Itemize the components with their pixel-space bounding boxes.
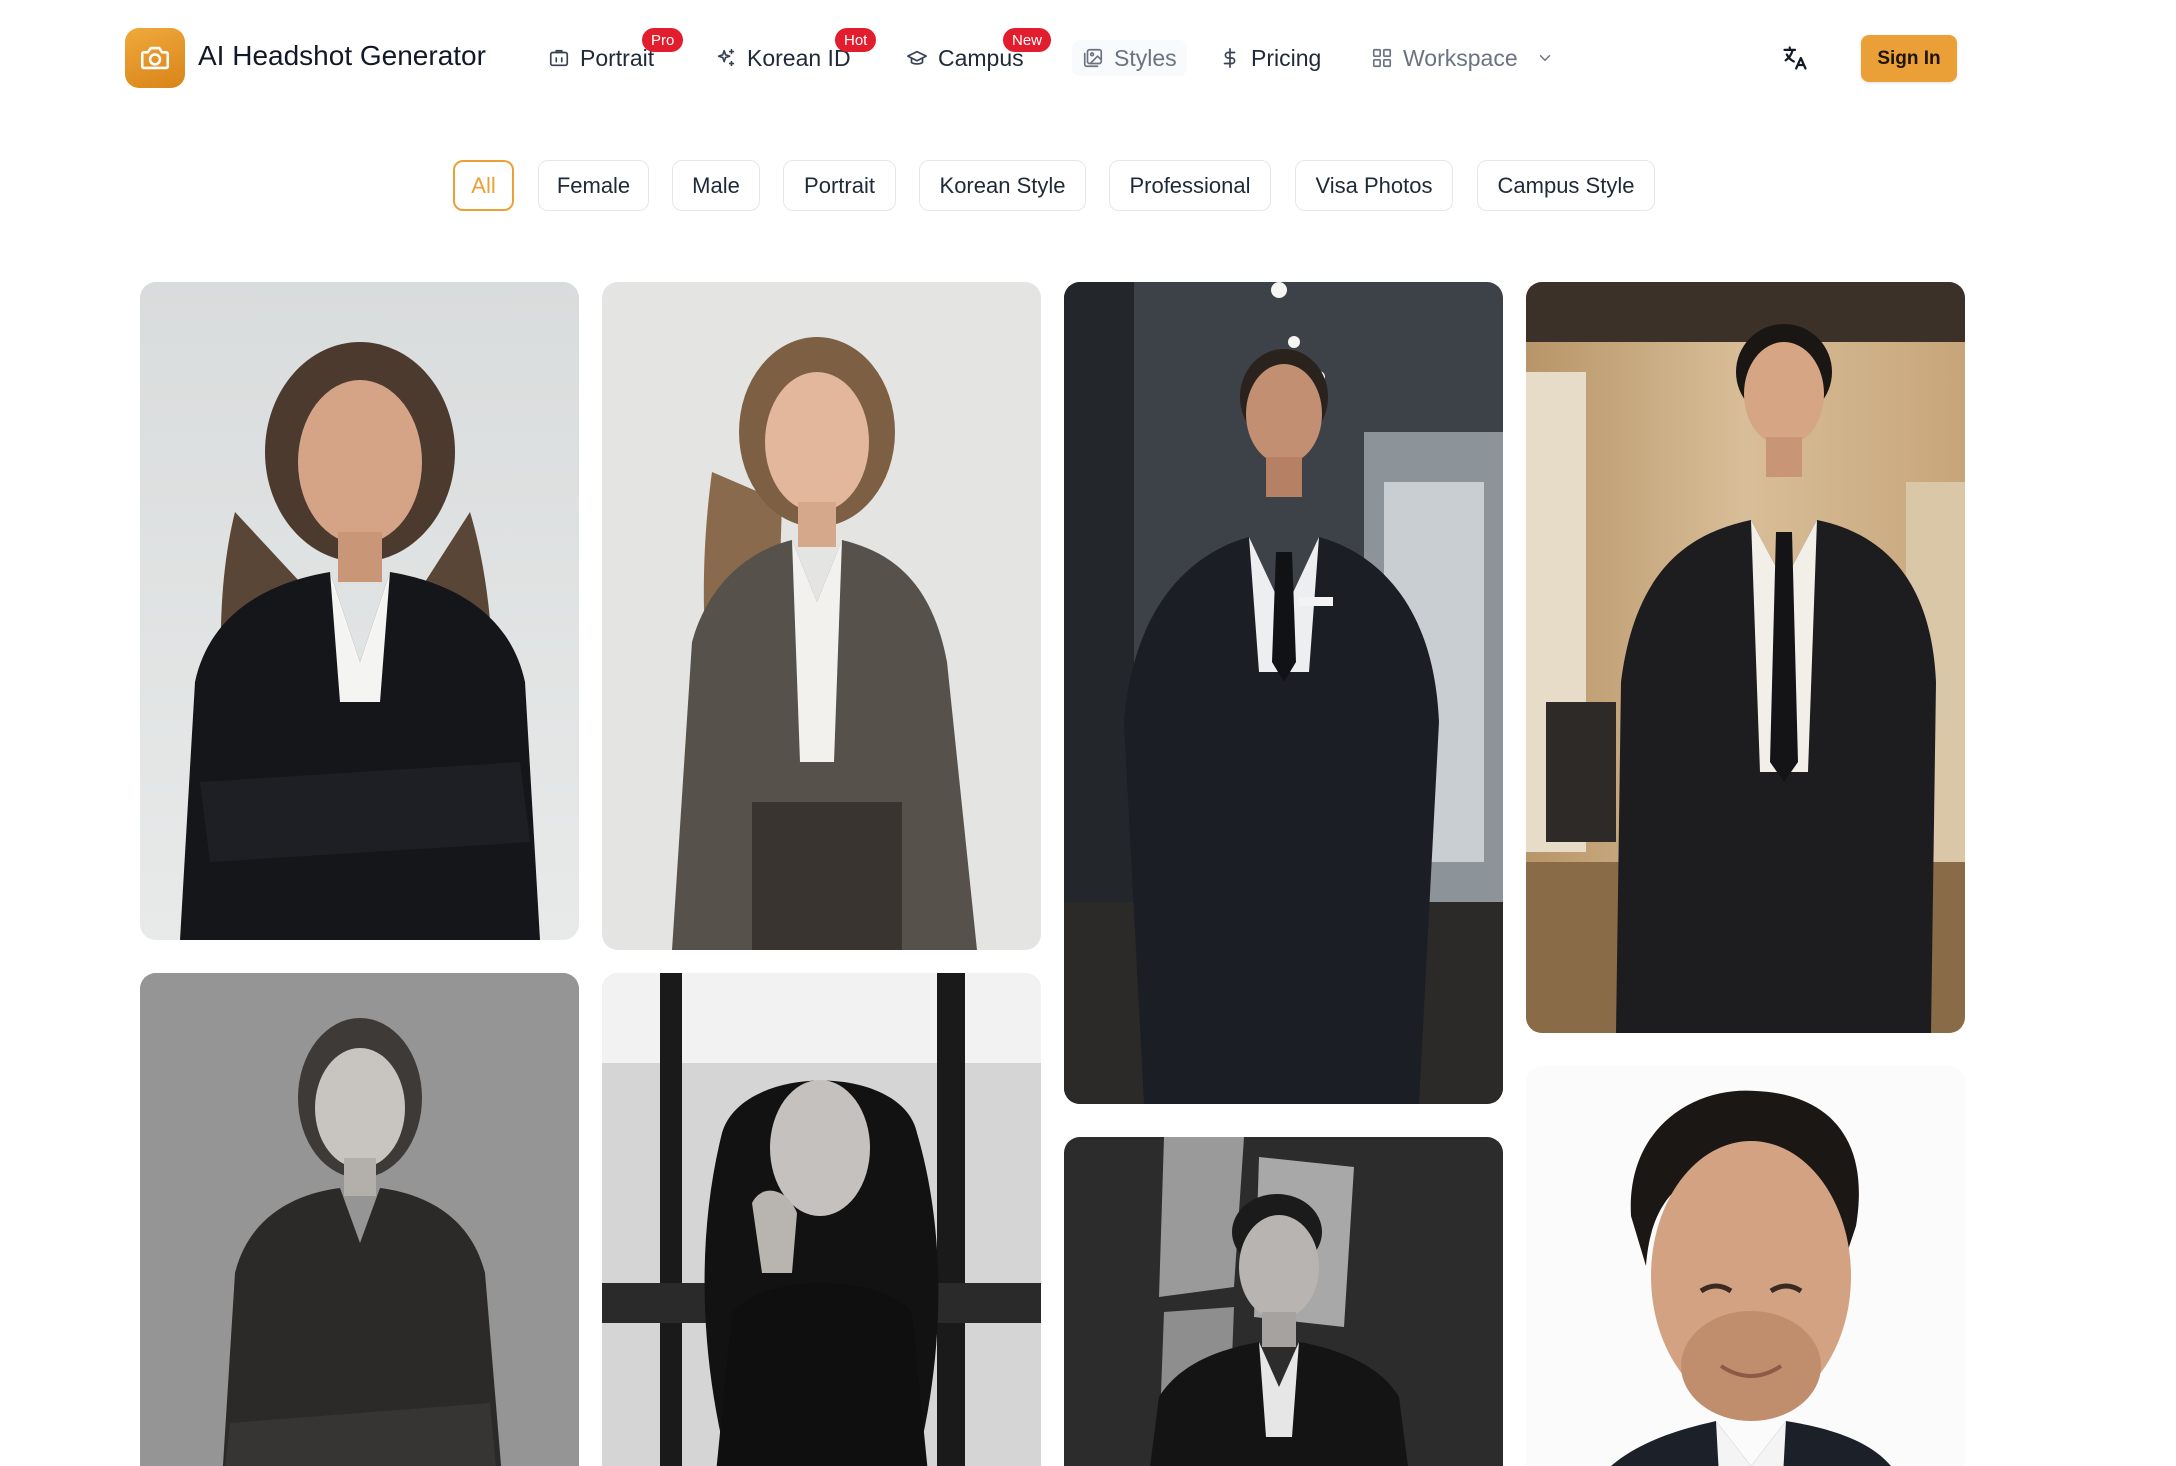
nav-workspace[interactable]: Workspace: [1371, 40, 1554, 76]
nav-korean-id[interactable]: Korean ID Hot: [715, 28, 877, 76]
nav-workspace-label: Workspace: [1403, 44, 1518, 71]
sign-in-button[interactable]: Sign In: [1861, 35, 1957, 82]
gallery-photo[interactable]: [1526, 1066, 1965, 1466]
filter-chip-all[interactable]: All: [453, 160, 514, 211]
nav-styles[interactable]: Styles: [1072, 40, 1187, 76]
nav-korean-id-label: Korean ID: [747, 44, 851, 71]
grid-icon: [1372, 48, 1392, 68]
asian-man-black-suit-office: [1526, 282, 1965, 1033]
graduation-cap-icon: [907, 50, 927, 65]
chevron-down-icon: [1539, 55, 1550, 61]
filter-chip-visa-photos[interactable]: Visa Photos: [1295, 160, 1453, 211]
man-headshot-white-background: [1526, 1066, 1965, 1466]
filter-chip-professional[interactable]: Professional: [1109, 160, 1271, 211]
new-badge: New: [1003, 28, 1052, 52]
gallery-photo[interactable]: [140, 973, 579, 1466]
filter-chip-korean-style[interactable]: Korean Style: [919, 160, 1086, 211]
gallery-photo[interactable]: [140, 282, 579, 940]
camera-icon: [140, 46, 170, 70]
filter-chip-portrait[interactable]: Portrait: [783, 160, 896, 211]
man-bw-suit-shadows: [1064, 1137, 1503, 1466]
gallery-photo[interactable]: [1064, 1137, 1503, 1466]
brand-title[interactable]: AI Headshot Generator: [198, 40, 486, 72]
gallery-photo[interactable]: [602, 973, 1041, 1466]
woman-grey-blazer-standing: [602, 282, 1041, 950]
gallery-photo[interactable]: [1526, 282, 1965, 1033]
pro-badge: Pro: [642, 28, 684, 52]
hot-badge: Hot: [835, 28, 877, 52]
nav-portrait[interactable]: Portrait Pro: [548, 28, 684, 76]
filter-chip-female[interactable]: Female: [538, 160, 649, 211]
woman-bw-hand-on-chin: [602, 973, 1041, 1466]
dollar-icon: [1223, 48, 1236, 68]
woman-dark-suit-arms-crossed: [140, 282, 579, 940]
images-icon: [1083, 48, 1103, 68]
gallery-photo[interactable]: [1064, 282, 1503, 1104]
translate-icon[interactable]: [1781, 44, 1809, 72]
filter-chip-male[interactable]: Male: [672, 160, 760, 211]
logo[interactable]: [125, 28, 185, 88]
category-filter-bar: All Female Male Portrait Korean Style Pr…: [0, 160, 2176, 212]
nav-pricing[interactable]: Pricing: [1219, 40, 1321, 76]
gallery-photo[interactable]: [602, 282, 1041, 950]
sparkles-icon: [717, 48, 735, 67]
top-navbar: AI Headshot Generator Portrait Pro Korea…: [0, 0, 2176, 116]
nav-styles-label: Styles: [1114, 44, 1177, 71]
nav-pricing-label: Pricing: [1251, 44, 1322, 71]
filter-chip-campus-style[interactable]: Campus Style: [1477, 160, 1655, 211]
woman-bw-portrait-seated: [140, 973, 579, 1466]
nav-campus[interactable]: Campus New: [906, 28, 1052, 76]
id-card-icon: [549, 49, 569, 67]
nav-portrait-label: Portrait: [580, 44, 655, 71]
man-black-suit-office-hallway: [1064, 282, 1503, 1104]
